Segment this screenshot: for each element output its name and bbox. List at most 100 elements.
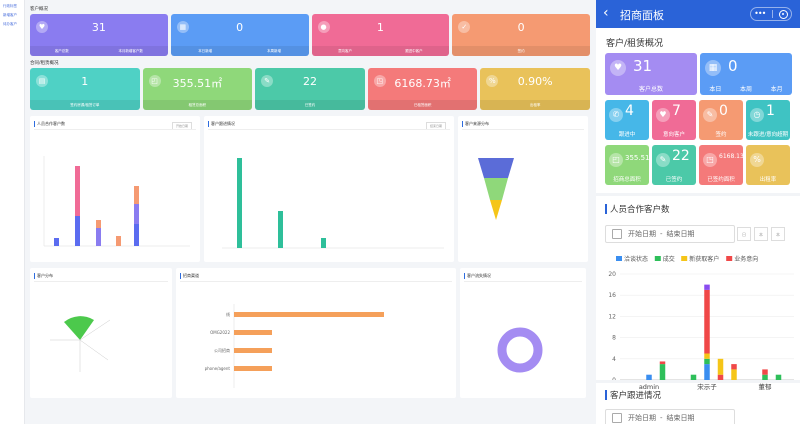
date-separator: - — [660, 230, 663, 238]
stat-label: 签约 — [715, 132, 727, 138]
pen-icon: ✎ — [703, 108, 717, 122]
stat-card[interactable]: ✓ 0 签约 — [452, 14, 590, 56]
handshake-icon: ♥ — [610, 60, 626, 76]
date-start[interactable]: 开始日期 — [628, 413, 656, 423]
stat-card[interactable]: ● 1 意向客户 跟进中客户 — [311, 14, 450, 56]
date-start[interactable]: 开始日期 — [628, 229, 656, 239]
bar-segment — [731, 369, 737, 380]
stat-label: 已租赁面积 — [413, 103, 432, 107]
area-icon: ◰ — [609, 153, 623, 167]
rate-icon: % — [750, 153, 764, 167]
stat-value: 1 — [376, 21, 384, 34]
stat-label: 签约 — [517, 49, 525, 53]
section-marker — [605, 204, 607, 214]
y-tick-label: 4 — [612, 356, 616, 363]
date-range-picker[interactable]: 开始日期 - 结束日期 — [605, 225, 735, 243]
tab-month[interactable]: 本月 — [771, 84, 783, 93]
tab-day[interactable]: 本日 — [709, 84, 721, 93]
period-customers-card[interactable]: ▦ 0 本日 本周 本月 — [700, 53, 792, 95]
total-customers-card[interactable]: ♥ 31 客户总数 — [605, 53, 697, 95]
period-tabs: 本日 本周 本月 — [700, 84, 792, 93]
stat-value: 4 — [625, 103, 634, 119]
desktop-sidebar: 行政标签 新增客户 待办客户 — [0, 0, 25, 424]
range-month-button[interactable]: 本 — [771, 227, 785, 241]
calendar-icon: ▦ — [705, 60, 721, 76]
bar-segment — [659, 364, 666, 380]
stat-label: 签约房源/租赁订单 — [70, 103, 100, 107]
legend-label: 成交 — [663, 255, 675, 263]
hbar-label: 公司招商 — [214, 347, 230, 353]
clock-icon: ◷ — [750, 108, 764, 122]
overdue-card[interactable]: ◷ 1 未跟进/意向超期 — [746, 100, 790, 140]
divider — [596, 193, 800, 196]
calendar-icon — [612, 413, 622, 423]
signed-count-card[interactable]: ✎ 22 已签约 — [652, 145, 696, 185]
mobile-header: ‹ 招商面板 ••• — [596, 0, 800, 28]
panel-distribution: 客户分布 — [30, 268, 172, 398]
radial-chart — [50, 316, 111, 372]
mini-bar-chart — [222, 158, 444, 249]
divider — [596, 380, 800, 383]
stat-label: 客户总数 — [638, 86, 663, 93]
stat-card[interactable]: ♥ 31 客户总数 本月新增客户数 — [30, 14, 168, 56]
stat-value: 1 — [766, 103, 775, 119]
stat-value: 6168.73㎡ — [394, 77, 451, 90]
desktop-main: 客户概况 ♥ 31 客户总数 本月新增客户数 ▦ 0 本日新增 本周新增 ● 1 意向客户 跟进中… — [30, 6, 590, 424]
y-tick-label: 20 — [608, 271, 616, 278]
bar-segment — [704, 364, 710, 380]
heart-icon: ♥ — [656, 108, 670, 122]
sidebar-link[interactable]: 新增客户 — [0, 9, 24, 18]
more-icon[interactable]: ••• — [754, 10, 766, 18]
stat-label: 租赁总面积 — [188, 103, 207, 107]
stat-label: 已签约 — [665, 177, 683, 183]
close-target-icon[interactable] — [778, 9, 788, 19]
sidebar-link[interactable]: 待办客户 — [0, 18, 24, 27]
stat-value: 355.51㎡ — [172, 77, 223, 90]
stat-card[interactable]: ◳ 6168.73㎡ 已租赁面积 — [367, 68, 478, 110]
stat-value: 0.90% — [517, 75, 553, 88]
capsule-menu[interactable]: ••• — [750, 7, 792, 21]
chart-row-1: 人员合作客户数 开始日期 客户跟进情况 结束日期 客户来源分布 — [30, 116, 590, 262]
intent-card[interactable]: ♥ 7 意向客户 — [652, 100, 696, 140]
sidebar-link[interactable]: 行政标签 — [0, 0, 24, 9]
legend-label: 新获取客户 — [689, 255, 719, 263]
stat-label: 跟进中 — [618, 132, 636, 138]
mobile-panel: ‹ 招商面板 ••• 客户/租赁概况 ♥ 31 客户总数 ▦ 0 本日 本周 本… — [596, 0, 800, 424]
stat-value: 0 — [719, 103, 728, 119]
stat-value: 0 — [236, 21, 244, 34]
stat-card[interactable]: ▤ 1 签约房源/租赁订单 — [30, 68, 140, 110]
mobile-body: 客户/租赁概况 ♥ 31 客户总数 ▦ 0 本日 本周 本月 ✆ 4 跟进中 ♥ 7 意… — [596, 28, 800, 424]
stat-label: 已签约面积 — [707, 177, 735, 183]
hbar-label: OMG2022 — [210, 330, 230, 335]
hbar-label: phone/agent — [205, 366, 231, 371]
stat-card[interactable]: ✎ 22 已签约 — [255, 68, 365, 110]
date-end[interactable]: 结束日期 — [667, 413, 695, 423]
occupancy-card[interactable]: % 出租率 — [746, 145, 790, 185]
stat-label: 本日新增 — [198, 49, 213, 53]
area2-icon: ◳ — [703, 153, 717, 167]
tab-week[interactable]: 本周 — [740, 84, 752, 93]
range-day-button[interactable]: 日 — [737, 227, 751, 241]
bar-segment — [762, 369, 768, 375]
range-week-button[interactable]: 本 — [754, 227, 768, 241]
stat-value: 31 — [633, 57, 653, 75]
stat-value: 7 — [672, 103, 681, 119]
stat-card[interactable]: % 0.90% 出租率 — [480, 68, 590, 110]
bar-segment — [704, 289, 710, 354]
signed-area-card[interactable]: ◳ 6168.13 已签约面积 — [699, 145, 743, 185]
date-range-picker-2[interactable]: 开始日期 - 结束日期 — [605, 409, 735, 424]
area-card[interactable]: ◰ 355.51 招商总面积 — [605, 145, 649, 185]
date-end[interactable]: 结束日期 — [667, 229, 695, 239]
hbar-chart: 线 OMG2022 公司招商 phone/agent — [205, 304, 384, 388]
back-icon[interactable]: ‹ — [603, 5, 609, 21]
following-card[interactable]: ✆ 4 跟进中 — [605, 100, 649, 140]
panel-lost: 客户流失情况 — [460, 268, 586, 398]
signed-card[interactable]: ✎ 0 签约 — [699, 100, 743, 140]
panel-followups: 客户跟进情况 结束日期 — [204, 116, 454, 262]
bar-segment — [659, 361, 666, 365]
section-title: 客户概况 — [30, 7, 48, 12]
stat-card[interactable]: ▦ 0 本日新增 本周新增 — [170, 14, 309, 56]
y-tick-label: 16 — [608, 292, 616, 299]
bar-segment — [731, 364, 737, 370]
stat-card[interactable]: ◰ 355.51㎡ 租赁总面积 — [142, 68, 253, 110]
